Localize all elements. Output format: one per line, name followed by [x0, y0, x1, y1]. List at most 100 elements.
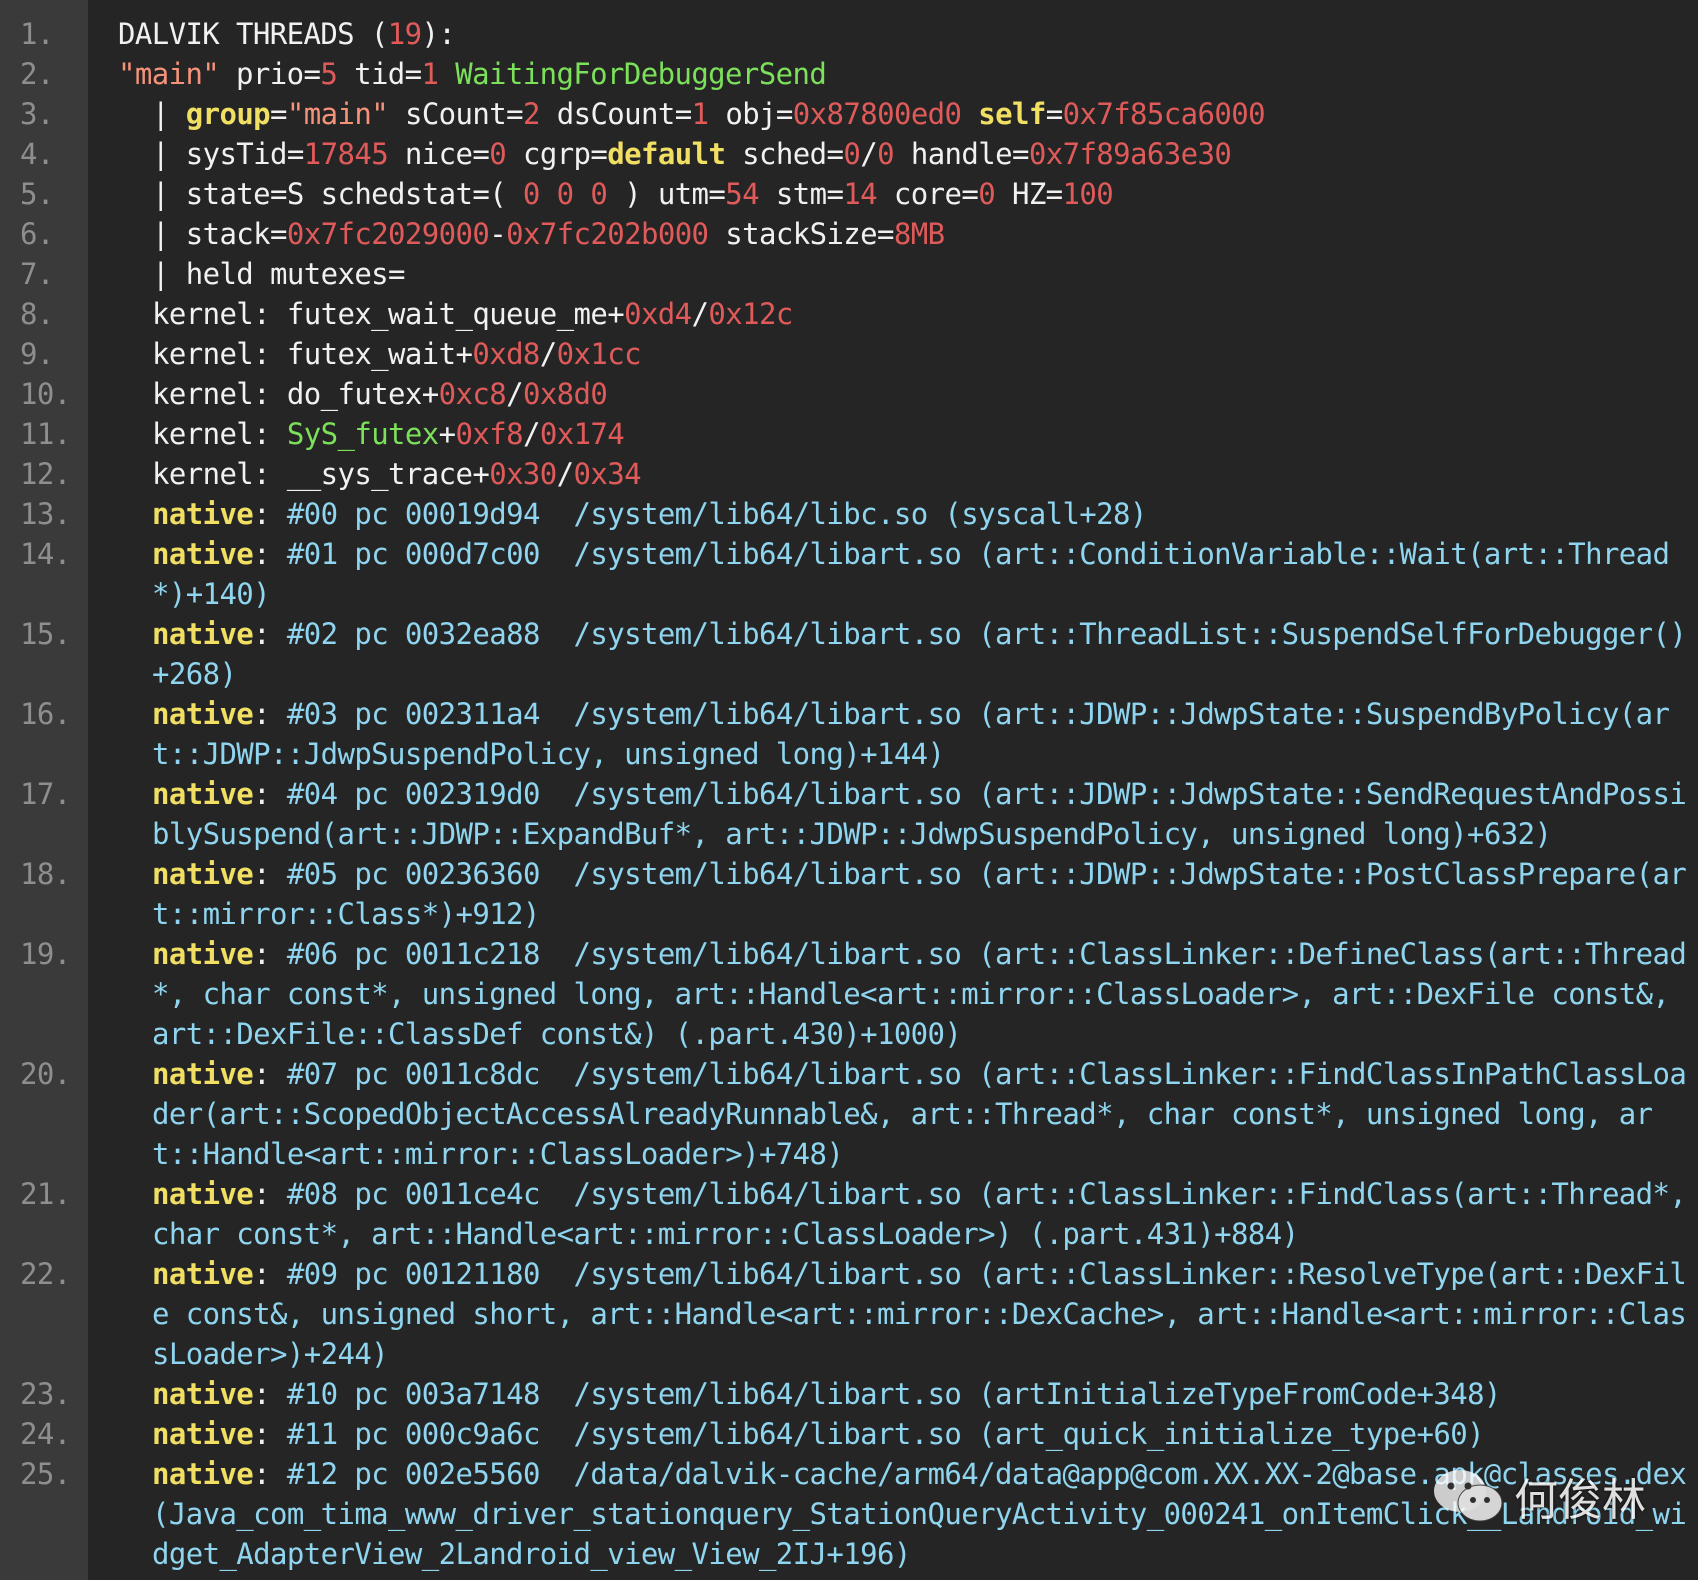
code-token: WaitingForDebuggerSend	[455, 57, 827, 91]
code-line: 16. native: #03 pc 002311a4 /system/lib64…	[0, 694, 1698, 774]
line-number: 4.	[20, 137, 54, 171]
code-token: 5	[320, 57, 338, 91]
code-token: kernel: do_futex+	[152, 377, 439, 411]
line-text: kernel: SyS_futex+0xf8/0x174	[88, 414, 1698, 454]
line-text: kernel: futex_wait+0xd8/0x1cc	[88, 334, 1698, 374]
code-token: 0x7f85ca6000	[1062, 97, 1266, 131]
code-token: 0	[843, 137, 861, 171]
code-token: sCount=	[388, 97, 524, 131]
line-text: | held mutexes=	[88, 254, 1698, 294]
code-token: 54	[725, 177, 759, 211]
code-viewer: 1. DALVIK THREADS (19): 2. "main" prio=5 ti…	[0, 0, 1698, 1580]
code-token: 17845	[303, 137, 389, 171]
line-text: | stack=0x7fc2029000-0x7fc202b000 stackS…	[88, 214, 1698, 254]
code-token: /	[506, 377, 523, 411]
code-line: 24. native: #11 pc 000c9a6c /system/lib64…	[0, 1414, 1698, 1454]
code-token: :	[253, 937, 287, 971]
code-block[interactable]: 1. DALVIK THREADS (19): 2. "main" prio=5 ti…	[0, 14, 1698, 1574]
line-number: 6.	[20, 217, 54, 251]
code-token: stackSize=	[708, 217, 894, 251]
line-text: DALVIK THREADS (19):	[88, 14, 1698, 54]
code-token: sched=	[725, 137, 844, 171]
code-line: 19. native: #06 pc 0011c218 /system/lib64…	[0, 934, 1698, 1054]
line-number: 25.	[20, 1457, 71, 1491]
code-token: native	[152, 1257, 254, 1291]
code-line: 14. native: #01 pc 000d7c00 /system/lib64…	[0, 534, 1698, 614]
code-token: native	[152, 1377, 254, 1411]
code-token: self	[978, 97, 1046, 131]
code-line: 20. native: #07 pc 0011c8dc /system/lib64…	[0, 1054, 1698, 1174]
code-token: 0x7fc202b000	[506, 217, 709, 251]
line-number: 7.	[20, 257, 54, 291]
code-line: 4. | sysTid=17845 nice=0 cgrp=default sch…	[0, 134, 1698, 174]
code-line: 15. native: #02 pc 0032ea88 /system/lib64…	[0, 614, 1698, 694]
line-text: native: #01 pc 000d7c00 /system/lib64/li…	[88, 534, 1698, 614]
code-token: obj=	[708, 97, 793, 131]
code-line: 17. native: #04 pc 002319d0 /system/lib64…	[0, 774, 1698, 854]
watermark-text: 何俊林	[1514, 1475, 1646, 1526]
code-token: 0x174	[539, 417, 625, 451]
code-token: #09 pc 00121180 /system/lib64/libart.so …	[152, 1257, 1687, 1371]
code-token: 8MB	[893, 217, 945, 251]
code-token: /	[691, 297, 709, 331]
line-number: 2.	[20, 57, 54, 91]
code-token: 0x87800ed0	[792, 97, 962, 131]
line-text: native: #00 pc 00019d94 /system/lib64/li…	[88, 494, 1698, 534]
line-number: 20.	[20, 1057, 71, 1091]
code-token: :	[253, 1377, 287, 1411]
code-token: :	[253, 1177, 287, 1211]
code-token: :	[253, 1057, 287, 1091]
code-token: kernel: __sys_trace+	[152, 457, 490, 491]
code-token: :	[253, 777, 287, 811]
line-number: 19.	[20, 937, 71, 971]
code-token: 0x7fc2029000	[286, 217, 490, 251]
code-token: 0x30	[489, 457, 557, 491]
code-line: 5. | state=S schedstat=( 0 0 0 ) utm=54 s…	[0, 174, 1698, 214]
code-token: stm=	[759, 177, 844, 211]
code-token: :	[253, 537, 287, 571]
code-token: "main"	[118, 57, 220, 91]
code-token: native	[152, 537, 254, 571]
line-text: "main" prio=5 tid=1 WaitingForDebuggerSe…	[88, 54, 1698, 94]
code-token: prio=	[219, 57, 321, 91]
line-text: native: #02 pc 0032ea88 /system/lib64/li…	[88, 614, 1698, 694]
line-number: 5.	[20, 177, 54, 211]
code-token: 0x12c	[708, 297, 793, 331]
line-text: native: #10 pc 003a7148 /system/lib64/li…	[88, 1374, 1698, 1414]
code-token: :	[253, 617, 287, 651]
code-token: 1	[691, 97, 709, 131]
code-line: 22. native: #09 pc 00121180 /system/lib64…	[0, 1254, 1698, 1374]
code-token: native	[152, 1057, 254, 1091]
code-token: 0x1cc	[556, 337, 642, 371]
code-token: native	[152, 697, 254, 731]
line-number: 9.	[20, 337, 54, 371]
code-token: =	[270, 97, 287, 131]
line-number: 17.	[20, 777, 71, 811]
code-token: native	[152, 1457, 254, 1491]
code-line: 2. "main" prio=5 tid=1 WaitingForDebugger…	[0, 54, 1698, 94]
code-token: #00 pc 00019d94 /system/lib64/libc.so (s…	[286, 497, 1147, 531]
code-token: :	[253, 497, 287, 531]
line-text: native: #06 pc 0011c218 /system/lib64/li…	[88, 934, 1698, 1054]
code-token: kernel: futex_wait_queue_me+	[152, 297, 625, 331]
code-token: native	[152, 1177, 254, 1211]
code-token: :	[253, 857, 287, 891]
code-token: 100	[1062, 177, 1114, 211]
code-line: 13. native: #00 pc 00019d94 /system/lib64…	[0, 494, 1698, 534]
line-number: 11.	[20, 417, 71, 451]
code-line: 21. native: #08 pc 0011ce4c /system/lib64…	[0, 1174, 1698, 1254]
line-text: native: #07 pc 0011c8dc /system/lib64/li…	[88, 1054, 1698, 1174]
code-token: /	[860, 137, 878, 171]
line-text: native: #08 pc 0011ce4c /system/lib64/li…	[88, 1174, 1698, 1254]
line-text: kernel: do_futex+0xc8/0x8d0	[88, 374, 1698, 414]
line-number: 13.	[20, 497, 71, 531]
code-token: /	[556, 457, 574, 491]
code-token: 14	[843, 177, 878, 211]
code-token: /	[522, 417, 540, 451]
code-token: #02 pc 0032ea88 /system/lib64/libart.so …	[152, 617, 1687, 691]
line-text: | sysTid=17845 nice=0 cgrp=default sched…	[88, 134, 1698, 174]
code-line: 1. DALVIK THREADS (19):	[0, 14, 1698, 54]
code-token: SyS_futex	[286, 417, 439, 451]
code-token: 0xd8	[472, 337, 540, 371]
